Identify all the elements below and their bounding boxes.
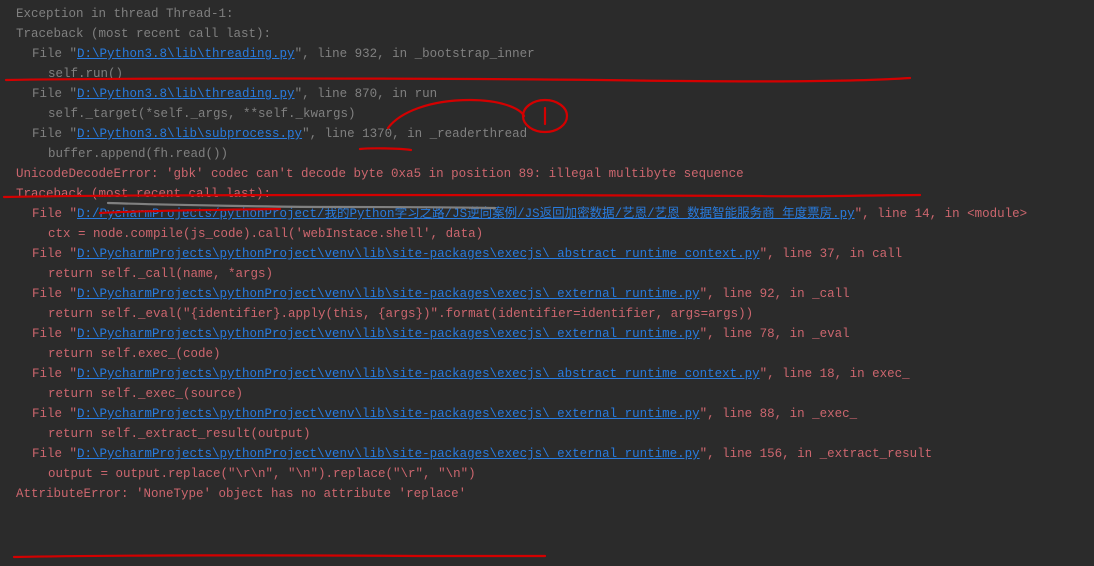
text-segment: File " (32, 247, 77, 261)
file-link[interactable]: D:\PycharmProjects\pythonProject\venv\li… (77, 447, 700, 461)
file-link[interactable]: D:\Python3.8\lib\threading.py (77, 87, 295, 101)
file-link[interactable]: D:\PycharmProjects\pythonProject\venv\li… (77, 287, 700, 301)
text-segment: ", line 18, in exec_ (760, 367, 910, 381)
text-segment: AttributeError: 'NoneType' object has no… (16, 487, 466, 501)
file-link[interactable]: D:/PycharmProjects/pythonProject/我的Pytho… (77, 207, 855, 221)
console-line: File "D:\Python3.8\lib\threading.py", li… (0, 84, 1094, 104)
text-segment: File " (32, 47, 77, 61)
text-segment: File " (32, 87, 77, 101)
console-line: File "D:/PycharmProjects/pythonProject/我… (0, 204, 1094, 224)
text-segment: File " (32, 447, 77, 461)
console-line: Traceback (most recent call last): (0, 24, 1094, 44)
console-line: return self.exec_(code) (0, 344, 1094, 364)
file-link[interactable]: D:\PycharmProjects\pythonProject\venv\li… (77, 407, 700, 421)
console-line: File "D:\PycharmProjects\pythonProject\v… (0, 244, 1094, 264)
file-link[interactable]: D:\PycharmProjects\pythonProject\venv\li… (77, 327, 700, 341)
console-line: AttributeError: 'NoneType' object has no… (0, 484, 1094, 504)
text-segment: ", line 870, in run (295, 87, 438, 101)
console-line: buffer.append(fh.read()) (0, 144, 1094, 164)
console-line: File "D:\Python3.8\lib\threading.py", li… (0, 44, 1094, 64)
text-segment: return self._eval("{identifier}.apply(th… (48, 307, 753, 321)
console-line: File "D:\Python3.8\lib\subprocess.py", l… (0, 124, 1094, 144)
text-segment: File " (32, 287, 77, 301)
text-segment: self.run() (48, 67, 123, 81)
text-segment: ctx = node.compile(js_code).call('webIns… (48, 227, 483, 241)
console-line: self.run() (0, 64, 1094, 84)
console-line: return self._call(name, *args) (0, 264, 1094, 284)
console-line: File "D:\PycharmProjects\pythonProject\v… (0, 364, 1094, 384)
text-segment: ", line 1370, in _readerthread (302, 127, 527, 141)
console-line: ctx = node.compile(js_code).call('webIns… (0, 224, 1094, 244)
text-segment: ", line 14, in <module> (855, 207, 1028, 221)
console-line: UnicodeDecodeError: 'gbk' codec can't de… (0, 164, 1094, 184)
file-link[interactable]: D:\Python3.8\lib\threading.py (77, 47, 295, 61)
console-line: Exception in thread Thread-1: (0, 4, 1094, 24)
text-segment: Traceback (most recent call last): (16, 187, 271, 201)
text-segment: UnicodeDecodeError: 'gbk' codec can't de… (16, 167, 744, 181)
text-segment: ", line 156, in _extract_result (700, 447, 933, 461)
text-segment: ", line 92, in _call (700, 287, 850, 301)
text-segment: File " (32, 367, 77, 381)
file-link[interactable]: D:\PycharmProjects\pythonProject\venv\li… (77, 367, 760, 381)
console-line: output = output.replace("\r\n", "\n").re… (0, 464, 1094, 484)
console-line: File "D:\PycharmProjects\pythonProject\v… (0, 404, 1094, 424)
text-segment: Exception in thread Thread-1: (16, 7, 234, 21)
console-output: Exception in thread Thread-1: Traceback (… (0, 4, 1094, 504)
text-segment: File " (32, 327, 77, 341)
text-segment: self._target(*self._args, **self._kwargs… (48, 107, 356, 121)
text-segment: output = output.replace("\r\n", "\n").re… (48, 467, 476, 481)
text-segment: Traceback (most recent call last): (16, 27, 271, 41)
file-link[interactable]: D:\Python3.8\lib\subprocess.py (77, 127, 302, 141)
text-segment: File " (32, 127, 77, 141)
text-segment: File " (32, 407, 77, 421)
text-segment: ", line 78, in _eval (700, 327, 850, 341)
text-segment: File " (32, 207, 77, 221)
text-segment: return self._extract_result(output) (48, 427, 311, 441)
console-line: Traceback (most recent call last): (0, 184, 1094, 204)
text-segment: return self.exec_(code) (48, 347, 221, 361)
console-line: return self._eval("{identifier}.apply(th… (0, 304, 1094, 324)
console-line: File "D:\PycharmProjects\pythonProject\v… (0, 444, 1094, 464)
text-segment: ", line 88, in _exec_ (700, 407, 858, 421)
console-line: return self._exec_(source) (0, 384, 1094, 404)
text-segment: ", line 37, in call (760, 247, 903, 261)
text-segment: return self._call(name, *args) (48, 267, 273, 281)
console-line: self._target(*self._args, **self._kwargs… (0, 104, 1094, 124)
console-line: File "D:\PycharmProjects\pythonProject\v… (0, 324, 1094, 344)
file-link[interactable]: D:\PycharmProjects\pythonProject\venv\li… (77, 247, 760, 261)
console-line: return self._extract_result(output) (0, 424, 1094, 444)
text-segment: return self._exec_(source) (48, 387, 243, 401)
text-segment: ", line 932, in _bootstrap_inner (295, 47, 535, 61)
text-segment: buffer.append(fh.read()) (48, 147, 228, 161)
console-line: File "D:\PycharmProjects\pythonProject\v… (0, 284, 1094, 304)
